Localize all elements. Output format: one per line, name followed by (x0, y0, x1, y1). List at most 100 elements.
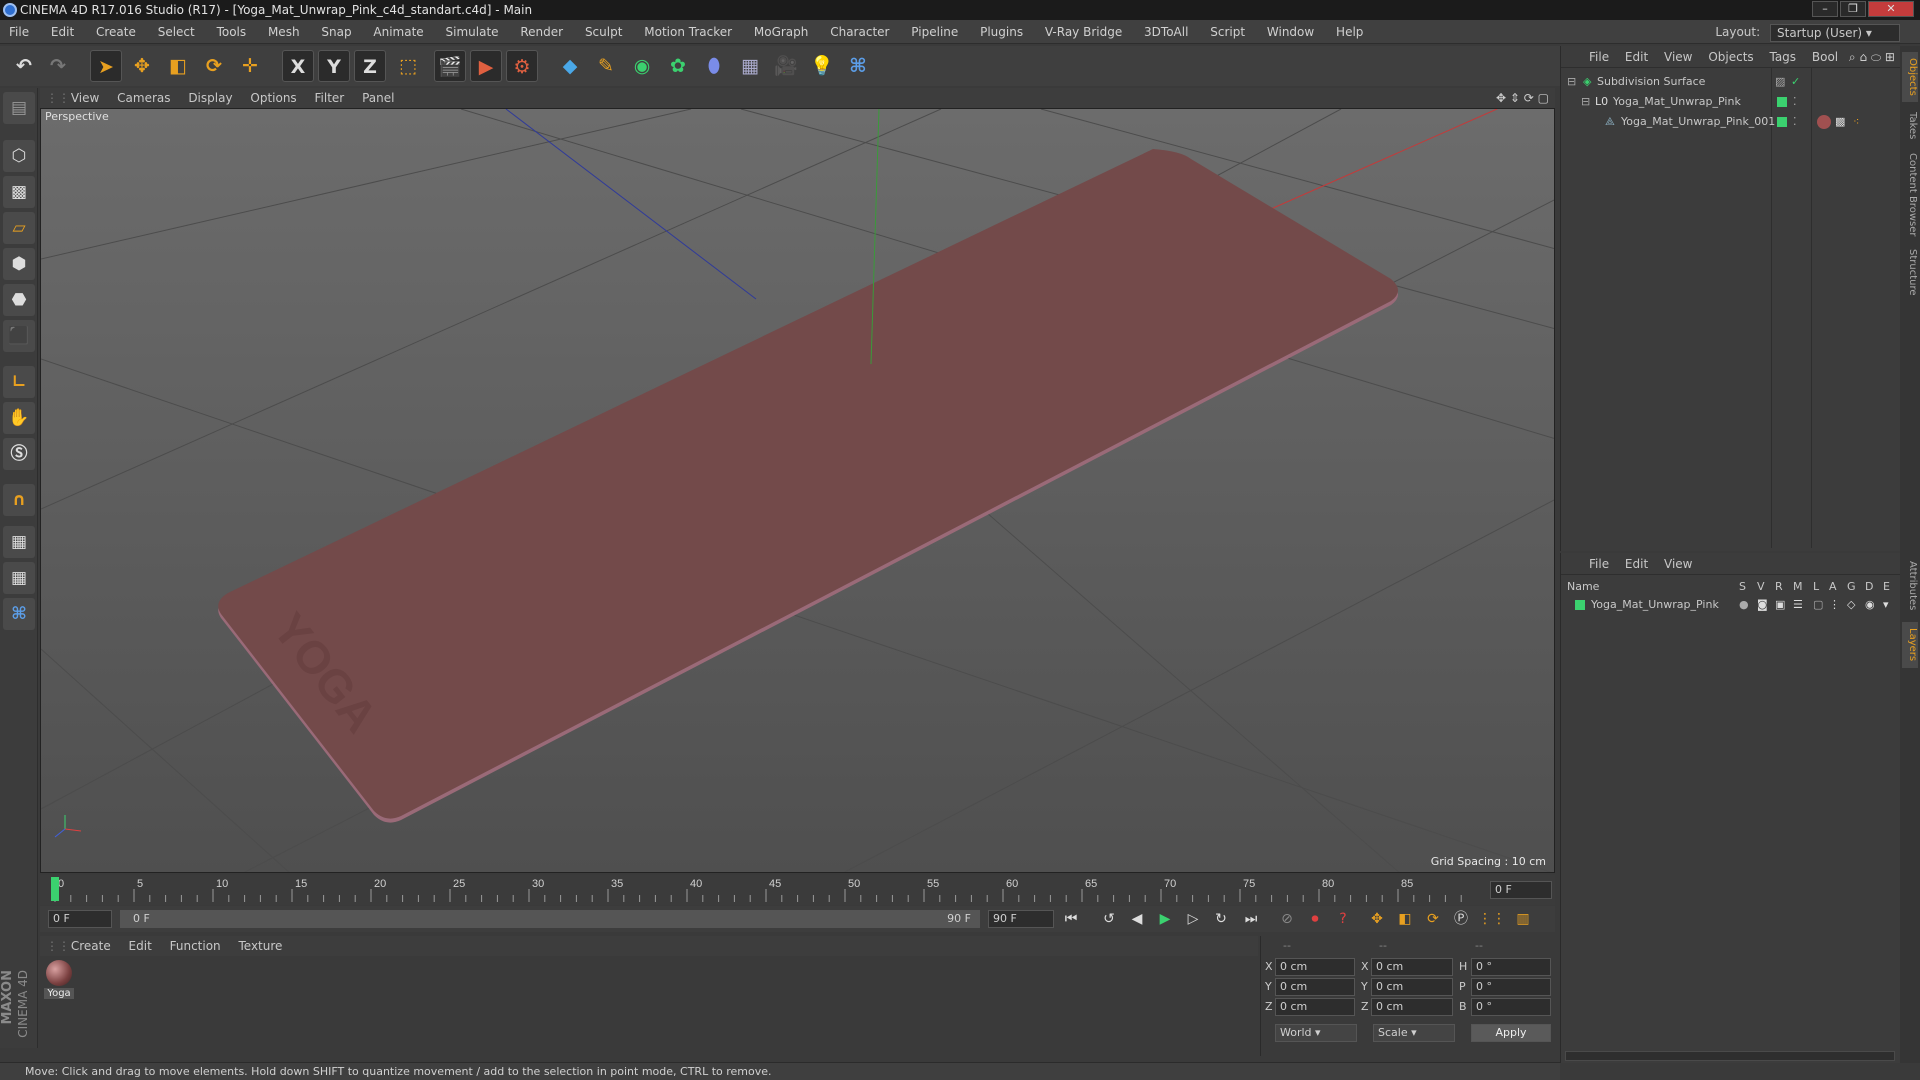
viewport-menu-filter[interactable]: Filter (308, 88, 352, 108)
record-keyframe-icon[interactable]: ⏺ (1304, 909, 1326, 930)
layer-row[interactable]: Yoga_Mat_Unwrap_Pink ● ◙ ▣ ☰ ▢ ⋮ ◇ ◉ ▾ (1561, 595, 1901, 615)
object-row-subdivision[interactable]: ⊟ ◈ Subdivision Surface ▨ ✓ (1561, 72, 1901, 92)
viewport-menu-options[interactable]: Options (243, 88, 303, 108)
objects-menu-file[interactable]: File (1583, 46, 1615, 68)
workplane-lock-icon[interactable]: ▦ (3, 562, 35, 594)
key-pla-icon[interactable]: ⋮⋮ (1478, 909, 1506, 930)
z-axis-lock-button[interactable]: Z (354, 50, 386, 82)
points-mode-icon[interactable]: ⬢ (3, 248, 35, 280)
select-tool-icon[interactable]: ➤ (90, 50, 122, 82)
material-swatch[interactable]: Yoga (44, 960, 74, 1000)
layer-render-icon[interactable]: ▣ (1775, 595, 1785, 615)
size-z-field[interactable]: 0 cm (1371, 998, 1453, 1016)
layer-generator-icon[interactable]: ◇ (1847, 595, 1855, 615)
timeline-ruler[interactable]: 051015202530354045505560657075808590 0 F (40, 875, 1555, 905)
layers-menu-edit[interactable]: Edit (1619, 553, 1654, 575)
render-picture-viewer-icon[interactable]: ▶ (470, 50, 502, 82)
collapse-icon[interactable]: ⊟ (1581, 92, 1590, 112)
menu-help[interactable]: Help (1327, 20, 1372, 44)
material-menu-edit[interactable]: Edit (122, 936, 159, 956)
grid-lock-icon[interactable]: ▦ (3, 526, 35, 558)
menu-motion-tracker[interactable]: Motion Tracker (635, 20, 741, 44)
layer-manager-icon[interactable]: ☰ (1793, 595, 1803, 615)
objects-menu-view[interactable]: View (1658, 46, 1698, 68)
make-editable-icon[interactable]: ▤ (3, 92, 35, 124)
menu-tools[interactable]: Tools (208, 20, 256, 44)
horizontal-scrollbar[interactable] (1565, 1051, 1895, 1061)
end-frame-field[interactable]: 90 F (988, 910, 1054, 928)
menu-vray-bridge[interactable]: V-Ray Bridge (1036, 20, 1131, 44)
play-icon[interactable]: ▶ (1154, 909, 1176, 930)
key-rotation-icon[interactable]: ⟳ (1422, 909, 1444, 930)
floor-scene-icon[interactable]: ▦ (734, 50, 766, 82)
layer-animation-icon[interactable]: ⋮ (1829, 595, 1840, 615)
tab-structure[interactable]: Structure (1902, 244, 1918, 300)
edges-mode-icon[interactable]: ⬣ (3, 284, 35, 316)
menu-mograph[interactable]: MoGraph (745, 20, 818, 44)
key-scale-icon[interactable]: ◧ (1394, 909, 1416, 930)
previous-frame-icon[interactable]: ◀ (1126, 909, 1148, 930)
menu-create[interactable]: Create (87, 20, 145, 44)
object-row-yoga-mat[interactable]: ⊟ L0 Yoga_Mat_Unwrap_Pink ⁚ (1561, 92, 1901, 112)
position-y-field[interactable]: 0 cm (1275, 978, 1355, 996)
material-menu-texture[interactable]: Texture (231, 936, 289, 956)
objects-menu-objects[interactable]: Objects (1702, 46, 1759, 68)
live-select-icon[interactable]: ✛ (234, 50, 266, 82)
python-script-icon[interactable]: ⌘ (3, 598, 35, 630)
menu-plugins[interactable]: Plugins (971, 20, 1032, 44)
magnet-icon[interactable]: ∩ (3, 484, 35, 516)
cube-primitive-icon[interactable]: ◆ (554, 50, 586, 82)
tab-objects[interactable]: Objects (1902, 52, 1918, 102)
timeline-playhead[interactable] (51, 877, 59, 901)
rotate-tool-icon[interactable]: ⟳ (198, 50, 230, 82)
menu-mesh[interactable]: Mesh (259, 20, 309, 44)
light-icon[interactable]: 💡 (806, 50, 838, 82)
menu-simulate[interactable]: Simulate (437, 20, 508, 44)
layer-lock-icon[interactable]: ▢ (1813, 595, 1823, 615)
visibility-toggle-icon[interactable]: ▨ (1775, 72, 1785, 92)
scale-tool-icon[interactable]: ◧ (162, 50, 194, 82)
render-view-icon[interactable]: 🎬 (434, 50, 466, 82)
nurbs-generator-icon[interactable]: ◉ (626, 50, 658, 82)
autokey-icon[interactable]: ? (1332, 909, 1354, 930)
viewport-menu-view[interactable]: View (64, 88, 106, 108)
key-position-icon[interactable]: ✥ (1366, 909, 1388, 930)
polygons-mode-icon[interactable]: ⬛ (3, 320, 35, 352)
menu-select[interactable]: Select (149, 20, 204, 44)
snap-icon[interactable]: Ⓢ (3, 438, 35, 470)
undo-icon[interactable]: ↶ (8, 50, 40, 82)
menu-edit[interactable]: Edit (42, 20, 83, 44)
tab-attributes[interactable]: Attributes (1902, 554, 1918, 618)
tab-takes[interactable]: Takes (1902, 106, 1918, 146)
close-button[interactable]: ✕ (1868, 1, 1914, 17)
start-frame-field[interactable]: 0 F (48, 910, 112, 928)
axis-mode-icon[interactable]: ∟ (3, 366, 35, 398)
material-tag-icon[interactable] (1817, 115, 1831, 129)
tab-content-browser[interactable]: Content Browser (1902, 150, 1918, 240)
timeline-window-icon[interactable]: ▥ (1512, 909, 1534, 930)
objects-menu-tags[interactable]: Tags (1763, 46, 1802, 68)
python-icon[interactable]: ⌘ (842, 50, 874, 82)
tab-layers[interactable]: Layers (1902, 622, 1918, 668)
coordinate-system-icon[interactable]: ⬚ (392, 50, 424, 82)
rotation-p-field[interactable]: 0 ° (1471, 978, 1551, 996)
deformer-icon[interactable]: ⬮ (698, 50, 730, 82)
previous-key-icon[interactable]: ↺ (1098, 909, 1120, 930)
menu-window[interactable]: Window (1258, 20, 1323, 44)
position-z-field[interactable]: 0 cm (1275, 998, 1355, 1016)
layer-deformer-icon[interactable]: ◉ (1865, 595, 1875, 615)
layer-view-icon[interactable]: ◙ (1757, 595, 1768, 615)
apply-button[interactable]: Apply (1471, 1024, 1551, 1042)
menu-character[interactable]: Character (821, 20, 898, 44)
layer-expression-icon[interactable]: ▾ (1883, 595, 1889, 615)
visibility-dots-icon[interactable]: ⁚ (1793, 112, 1797, 132)
menu-script[interactable]: Script (1201, 20, 1254, 44)
phong-tag-icon[interactable]: ⁖ (1853, 112, 1859, 132)
material-menu-create[interactable]: Create (64, 936, 118, 956)
current-frame-field[interactable]: 0 F (1490, 881, 1552, 899)
go-to-end-icon[interactable]: ⏭ (1240, 909, 1262, 930)
viewport-nav-icons[interactable]: ✥ ⇕ ⟳ ▢ (1496, 88, 1549, 108)
object-manager-search-icon[interactable]: ⌕ ⌂ ⬭ ⊞ (1849, 46, 1895, 68)
enabled-check-icon[interactable]: ✓ (1791, 72, 1800, 92)
rotation-b-field[interactable]: 0 ° (1471, 998, 1551, 1016)
